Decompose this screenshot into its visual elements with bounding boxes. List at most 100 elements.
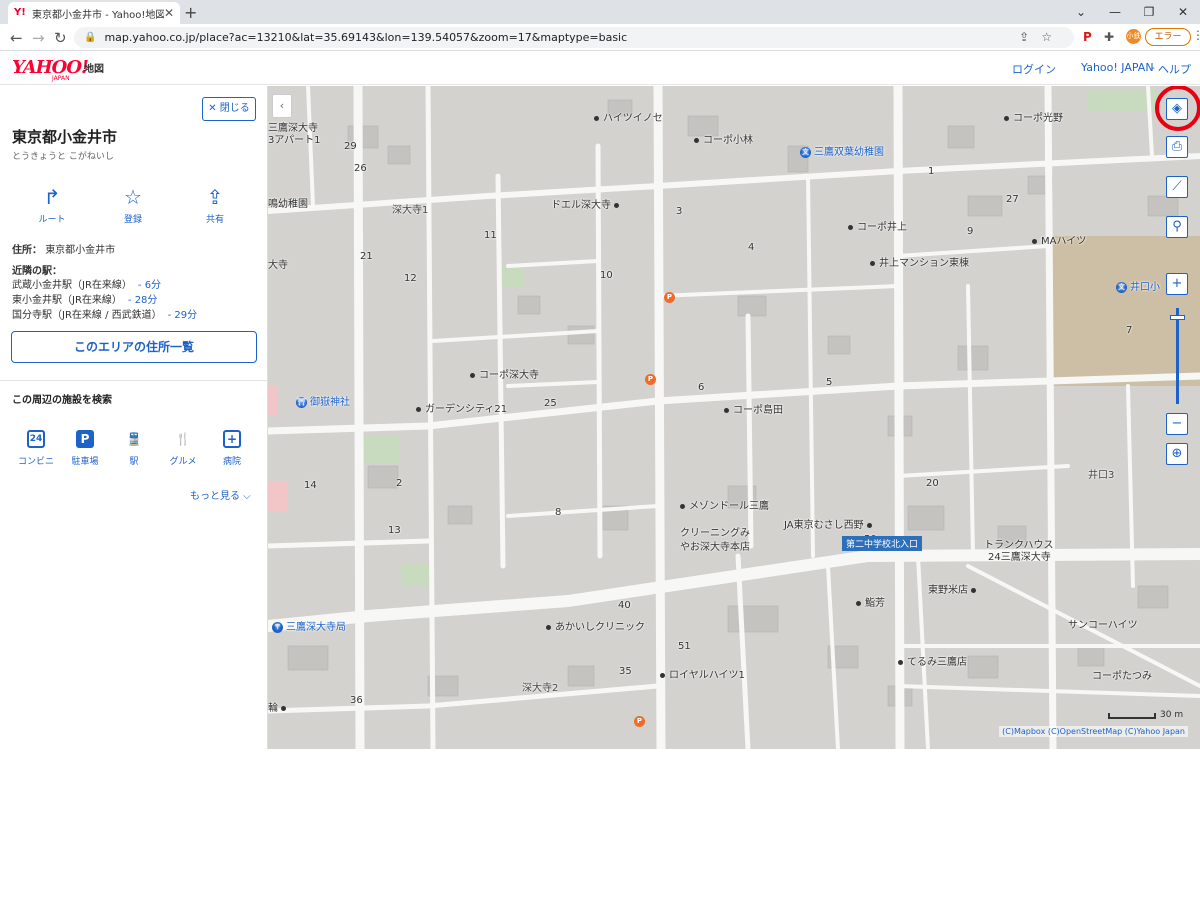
facility-station-button[interactable]: 🚆 駅 bbox=[111, 430, 157, 467]
service-name[interactable]: 地図 bbox=[84, 60, 104, 75]
map-poi[interactable]: ロイヤルハイツ1 bbox=[660, 666, 745, 681]
yahoo-japan-link[interactable]: Yahoo! JAPAN bbox=[1081, 61, 1154, 74]
block-number: 9 bbox=[967, 226, 974, 237]
route-label: ルート bbox=[38, 215, 66, 225]
extension-p-icon[interactable]: P bbox=[1083, 30, 1092, 44]
map-poi-school[interactable]: 文三鷹双葉幼稚園 bbox=[800, 143, 884, 158]
tab-search-icon[interactable]: ⌄ bbox=[1064, 2, 1098, 22]
yahoo-favicon-icon: Y! bbox=[14, 7, 26, 18]
map-poi[interactable]: あかいしクリニック bbox=[546, 618, 645, 633]
pin-button[interactable]: ⚲ bbox=[1166, 216, 1188, 238]
map-poi[interactable]: メゾンドール三鷹 bbox=[680, 497, 769, 512]
map-poi-postoffice[interactable]: 〒三鷹深大寺局 bbox=[272, 618, 346, 633]
measure-button[interactable]: ⟋ bbox=[1166, 176, 1188, 198]
restore-icon[interactable]: ❐ bbox=[1132, 2, 1166, 22]
parking-marker-icon[interactable]: P bbox=[634, 716, 645, 727]
profile-avatar[interactable]: 小鉄 bbox=[1126, 29, 1141, 44]
map-poi[interactable]: コーポたつみ bbox=[1092, 667, 1152, 682]
map-poi[interactable]: ガーデンシティ21 bbox=[416, 400, 507, 415]
station-name: 武蔵小金井駅（JR在来線） bbox=[12, 280, 132, 291]
map-poi[interactable]: コーポ島田 bbox=[724, 401, 783, 416]
block-number: 8 bbox=[555, 507, 562, 518]
address-bar[interactable]: 🔒 map.yahoo.co.jp/place?ac=13210&lat=35.… bbox=[74, 27, 1074, 48]
map-poi[interactable]: ハイツイノセ bbox=[594, 109, 663, 124]
more-facilities-link[interactable]: もっと見る ⌵ bbox=[190, 487, 251, 502]
plus-icon: + bbox=[1171, 276, 1183, 291]
map-poi[interactable]: 大寺 bbox=[268, 256, 288, 271]
block-number: 25 bbox=[544, 398, 557, 409]
zoom-out-button[interactable]: − bbox=[1166, 413, 1188, 435]
map-poi[interactable]: サンコーハイツ bbox=[1068, 616, 1138, 631]
map-poi[interactable]: 24三鷹深大寺 bbox=[988, 548, 1051, 563]
bookmark-star-icon[interactable]: ☆ bbox=[1041, 30, 1064, 44]
map-poi[interactable]: クリーニングみ bbox=[680, 524, 750, 539]
map-canvas[interactable]: ハイツイノセ コーポ小林 コーポ光野 文三鷹双葉幼稚園 深大寺1 ドエル深大寺 … bbox=[268, 86, 1200, 749]
map-poi[interactable]: やお深大寺本店 bbox=[680, 538, 750, 553]
facility-gourmet-button[interactable]: 🍴 グルメ bbox=[160, 430, 206, 467]
map-poi[interactable]: コーポ小林 bbox=[694, 131, 753, 146]
minimize-icon[interactable]: — bbox=[1098, 2, 1132, 22]
yahoo-logo[interactable]: YAHOO! bbox=[12, 57, 89, 78]
map-poi[interactable]: てるみ三鷹店 bbox=[898, 653, 967, 668]
map-poi[interactable]: 鮨芳 bbox=[856, 594, 885, 609]
map-poi[interactable]: 鳴幼稚園 bbox=[268, 195, 308, 210]
current-location-button[interactable]: ⊕ bbox=[1166, 443, 1188, 465]
close-window-icon[interactable]: ✕ bbox=[1166, 2, 1200, 22]
map-poi[interactable]: コーポ井上 bbox=[848, 218, 907, 233]
map-poi-school[interactable]: 文井口小 bbox=[1116, 278, 1160, 293]
yahoo-logo-sub: JAPAN bbox=[52, 75, 70, 82]
divider bbox=[0, 380, 268, 381]
help-link[interactable]: ヘルプ bbox=[1158, 61, 1191, 77]
map-poi-shrine[interactable]: ⛩ 御嶽神社 bbox=[296, 393, 350, 408]
save-button[interactable]: ☆ 登録 bbox=[103, 186, 163, 225]
station-time-link[interactable]: - 28分 bbox=[128, 295, 158, 306]
school-icon: 文 bbox=[1116, 281, 1127, 293]
map-poi[interactable]: コーポ深大寺 bbox=[470, 366, 539, 381]
map-poi[interactable]: MAハイツ bbox=[1032, 232, 1086, 247]
browser-tab[interactable]: Y! 東京都小金井市 - Yahoo!地図 ✕ bbox=[8, 2, 180, 24]
parking-marker-icon[interactable]: P bbox=[664, 292, 675, 303]
map-poi[interactable]: JA東京むさし西野 bbox=[784, 516, 876, 531]
extensions-puzzle-icon[interactable]: ✚ bbox=[1104, 30, 1114, 44]
station-time-link[interactable]: - 29分 bbox=[168, 310, 198, 321]
login-link[interactable]: ログイン bbox=[1012, 61, 1056, 77]
parking-marker-icon[interactable]: P bbox=[645, 374, 656, 385]
facility-convenience-button[interactable]: 24 コンビニ bbox=[13, 430, 59, 467]
browser-menu-icon[interactable]: ⋮ bbox=[1192, 28, 1200, 42]
map-poi[interactable]: ドエル深大寺 bbox=[551, 196, 623, 211]
map-attribution[interactable]: (C)Mapbox (C)OpenStreetMap (C)Yahoo Japa… bbox=[999, 726, 1188, 737]
zoom-in-button[interactable]: + bbox=[1166, 273, 1188, 295]
lock-icon: 🔒 bbox=[84, 32, 97, 43]
block-number: 35 bbox=[619, 666, 632, 677]
area-address-list-button[interactable]: このエリアの住所一覧 bbox=[11, 331, 257, 363]
station-row: 国分寺駅（JR在来線 / 西武鉄道） - 29分 bbox=[12, 306, 197, 321]
print-button[interactable]: ⎙ bbox=[1166, 136, 1188, 158]
profile-error-button[interactable]: エラー bbox=[1145, 28, 1191, 46]
station-time-link[interactable]: - 6分 bbox=[138, 280, 161, 291]
scale-bar: 30 m bbox=[1108, 710, 1188, 722]
facility-hospital-button[interactable]: + 病院 bbox=[209, 430, 255, 467]
map-poi[interactable]: 東野米店 bbox=[928, 581, 980, 596]
shrine-icon: ⛩ bbox=[296, 396, 307, 408]
zoom-slider-handle[interactable] bbox=[1170, 315, 1185, 320]
map-poi[interactable]: コーポ光野 bbox=[1004, 109, 1063, 124]
map-poi[interactable]: 輪 bbox=[268, 699, 290, 714]
close-panel-button[interactable]: ✕ 閉じる bbox=[202, 97, 256, 121]
facility-label: 駅 bbox=[129, 457, 139, 467]
forward-icon[interactable]: → bbox=[32, 29, 45, 47]
tab-close-icon[interactable]: ✕ bbox=[164, 6, 174, 20]
back-icon[interactable]: ← bbox=[10, 29, 23, 47]
map-layers-button[interactable]: ◈ bbox=[1166, 98, 1188, 120]
reload-icon[interactable]: ↻ bbox=[54, 29, 67, 47]
map-poi[interactable]: 井上マンション東棟 bbox=[870, 254, 969, 269]
facility-label: コンビニ bbox=[17, 457, 54, 467]
facility-parking-button[interactable]: P 駐車場 bbox=[62, 430, 108, 467]
map-poi[interactable]: 3アパート1 bbox=[268, 131, 321, 146]
share-button[interactable]: ⇪ 共有 bbox=[185, 186, 245, 225]
new-tab-icon[interactable]: + bbox=[184, 3, 197, 22]
share-page-icon[interactable]: ⇪ bbox=[1019, 30, 1041, 44]
collapse-panel-button[interactable]: ‹ bbox=[272, 94, 292, 118]
convenience-store-icon: 24 bbox=[27, 430, 45, 448]
zoom-slider-track[interactable] bbox=[1176, 308, 1179, 404]
route-button[interactable]: ↱ ルート bbox=[22, 186, 82, 225]
